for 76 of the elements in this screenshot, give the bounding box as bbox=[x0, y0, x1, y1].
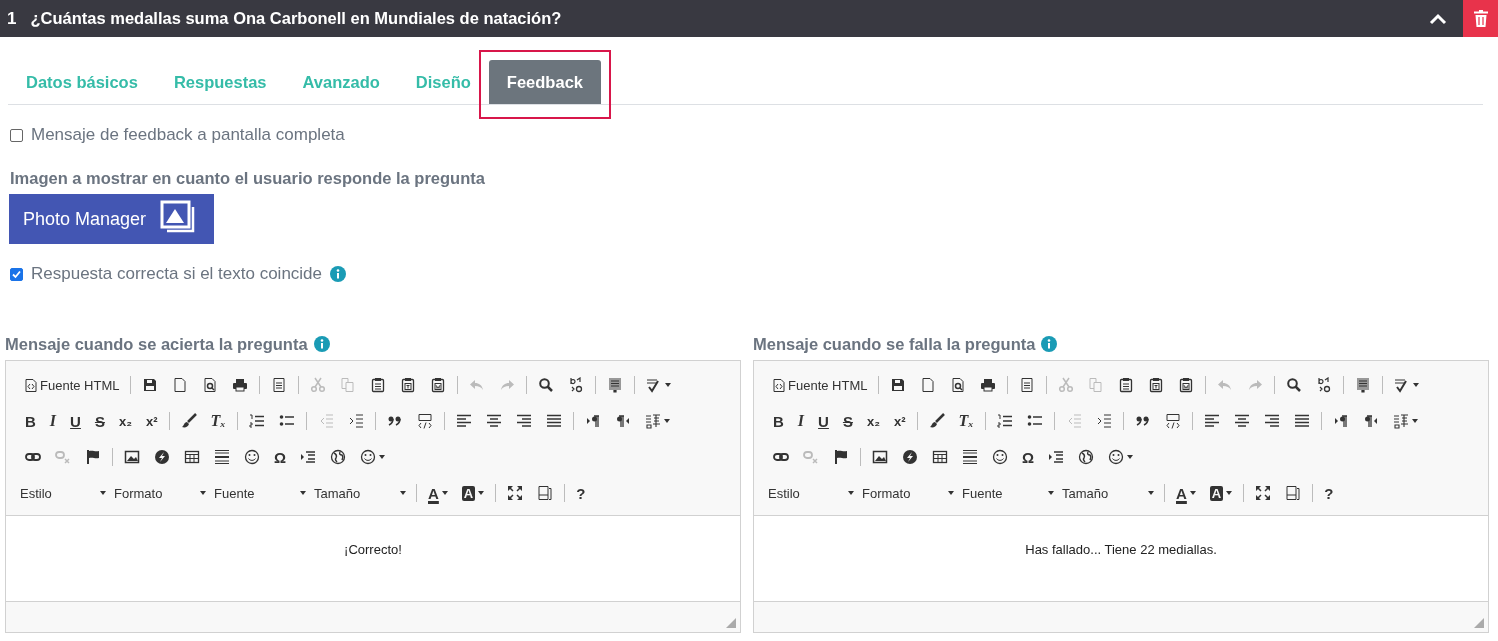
special-character-button[interactable]: Ω bbox=[267, 447, 294, 467]
background-color-button[interactable]: A bbox=[454, 483, 492, 503]
subscript-button[interactable]: x₂ bbox=[111, 411, 139, 431]
underline-button[interactable]: U bbox=[63, 411, 88, 431]
toolbar-dropdown[interactable]: Estilo bbox=[766, 483, 860, 503]
toolbar-dropdown[interactable]: Fuente bbox=[960, 483, 1060, 503]
remove-format-button[interactable]: Tₓ bbox=[203, 411, 233, 431]
toolbar-dropdown[interactable]: Tamaño bbox=[1060, 483, 1160, 503]
caret-icon bbox=[1127, 455, 1134, 459]
resize-grip-icon[interactable] bbox=[1474, 618, 1484, 628]
tab[interactable]: Feedback bbox=[488, 60, 601, 104]
toolbar-dropdown[interactable]: Fuente bbox=[212, 483, 312, 503]
text-color-button[interactable]: A bbox=[421, 483, 455, 503]
caret-icon bbox=[379, 455, 386, 459]
language-icon bbox=[644, 413, 661, 429]
info-icon[interactable] bbox=[1041, 336, 1058, 352]
photo-manager-button[interactable]: Photo Manager bbox=[9, 194, 214, 244]
caret-icon bbox=[1413, 383, 1420, 387]
toolbar-dropdown[interactable]: Formato bbox=[860, 483, 960, 503]
italic-button[interactable]: I bbox=[42, 411, 64, 431]
editor-label: Mensaje cuando se falla la pregunta bbox=[753, 334, 1036, 354]
bold-button[interactable]: B bbox=[766, 411, 791, 431]
checkbox-label: Mensaje de feedback a pantalla completa bbox=[31, 125, 345, 145]
toolbar-dropdown[interactable]: Estilo bbox=[18, 483, 112, 503]
editor-text: ¡Correcto! bbox=[344, 542, 402, 557]
caret-icon bbox=[1226, 491, 1233, 495]
delete-button[interactable] bbox=[1463, 0, 1498, 37]
caret-icon bbox=[848, 491, 854, 495]
question-title: ¿Cuántas medallas suma Ona Carbonell en Mundiales de natación? bbox=[30, 9, 563, 28]
checkbox-label: Respuesta correcta si el texto coincide bbox=[31, 264, 323, 284]
language-icon bbox=[1392, 413, 1409, 429]
bold-button[interactable]: B bbox=[18, 411, 43, 431]
editor-label: Mensaje cuando se acierta la pregunta bbox=[5, 334, 308, 354]
caret-icon bbox=[665, 383, 672, 387]
superscript-button[interactable]: x² bbox=[138, 411, 165, 431]
help-button[interactable]: ? bbox=[1317, 483, 1341, 503]
italic-button[interactable]: I bbox=[790, 411, 812, 431]
caret-icon bbox=[663, 419, 670, 423]
smiley-icon bbox=[1108, 449, 1125, 465]
section-label: Imagen a mostrar en cuanto el usuario responde la pregunta bbox=[10, 169, 486, 188]
info-icon[interactable] bbox=[313, 336, 330, 352]
remove-format-button[interactable]: Tₓ bbox=[951, 411, 981, 431]
strikethrough-button[interactable]: S bbox=[87, 411, 112, 431]
superscript-button[interactable]: x² bbox=[886, 411, 913, 431]
special-character-button[interactable]: Ω bbox=[1015, 447, 1042, 467]
text-color-button[interactable]: A bbox=[1169, 483, 1203, 503]
editor-text: Has fallado... Tiene 22 mediallas. bbox=[1025, 542, 1217, 557]
caret-icon bbox=[478, 491, 485, 495]
caret-icon bbox=[1411, 419, 1418, 423]
caret-icon bbox=[400, 491, 406, 495]
caret-icon bbox=[100, 491, 106, 495]
help-button[interactable]: ? bbox=[569, 483, 593, 503]
subscript-button[interactable]: x₂ bbox=[859, 411, 887, 431]
resize-grip-icon[interactable] bbox=[726, 618, 736, 628]
caret-icon bbox=[1189, 491, 1196, 495]
caret-icon bbox=[1048, 491, 1054, 495]
smiley-icon bbox=[360, 449, 377, 465]
checkbox[interactable] bbox=[10, 128, 23, 142]
caret-icon bbox=[441, 491, 448, 495]
background-color-button[interactable]: A bbox=[1202, 483, 1240, 503]
source-button[interactable]: Fuente HTML bbox=[766, 375, 875, 395]
toolbar-dropdown[interactable]: Formato bbox=[112, 483, 212, 503]
underline-button[interactable]: U bbox=[811, 411, 836, 431]
toolbar-dropdown[interactable]: Tamaño bbox=[312, 483, 412, 503]
strikethrough-button[interactable]: S bbox=[835, 411, 860, 431]
question-number: 1 bbox=[6, 8, 18, 29]
info-icon[interactable] bbox=[330, 266, 347, 282]
caret-icon bbox=[948, 491, 954, 495]
caret-icon bbox=[1148, 491, 1154, 495]
caret-icon bbox=[200, 491, 206, 495]
checkbox[interactable] bbox=[10, 267, 23, 281]
trash-icon bbox=[1473, 10, 1488, 27]
code-page-icon bbox=[773, 378, 785, 392]
caret-icon bbox=[300, 491, 306, 495]
code-page-icon bbox=[25, 378, 37, 392]
source-button[interactable]: Fuente HTML bbox=[18, 375, 127, 395]
